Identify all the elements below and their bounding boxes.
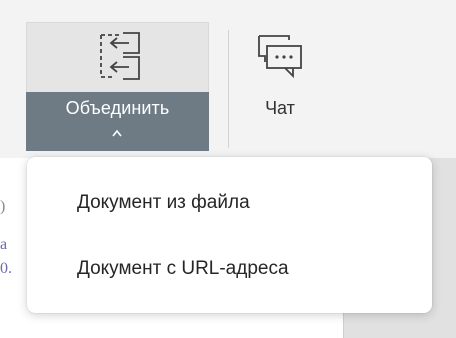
- merge-button-label: Объединить: [65, 98, 170, 118]
- toolbar-ribbon: Объединить Чат: [0, 0, 456, 158]
- chat-button[interactable]: Чат: [235, 22, 325, 132]
- menu-item-document-from-file[interactable]: Документ из файла: [27, 174, 432, 232]
- chevron-up-icon: [112, 129, 122, 137]
- ribbon-divider: [228, 30, 229, 148]
- document-text-fragment: ): [0, 198, 6, 215]
- merge-dropdown-toggle[interactable]: Объединить: [26, 92, 209, 151]
- menu-item-document-from-url[interactable]: Документ с URL-адреса: [27, 240, 432, 298]
- merge-documents-icon: [100, 32, 140, 80]
- chat-icon: [258, 35, 302, 79]
- document-text-fragment: 0.: [0, 260, 12, 277]
- document-text-fragment: a: [0, 236, 8, 253]
- merge-button[interactable]: Объединить: [26, 22, 209, 151]
- merge-dropdown-menu: Документ из файла Документ с URL-адреса: [27, 157, 432, 313]
- chat-button-label: Чат: [265, 98, 295, 118]
